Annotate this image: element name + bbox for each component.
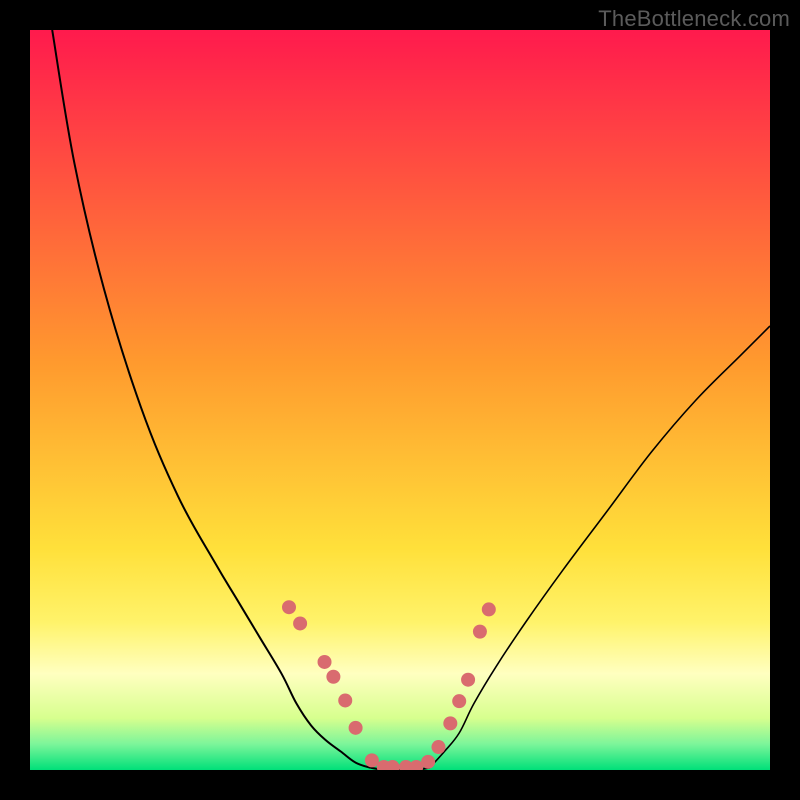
marker-dot bbox=[431, 740, 445, 754]
marker-dot bbox=[365, 753, 379, 767]
marker-dot bbox=[293, 616, 307, 630]
marker-dot bbox=[461, 673, 475, 687]
marker-dot bbox=[421, 755, 435, 769]
chart-stage: TheBottleneck.com bbox=[0, 0, 800, 800]
marker-dot bbox=[473, 625, 487, 639]
chart-svg bbox=[30, 30, 770, 770]
marker-dot bbox=[443, 716, 457, 730]
marker-dot bbox=[452, 694, 466, 708]
gradient-background bbox=[30, 30, 770, 770]
marker-dot bbox=[349, 721, 363, 735]
plot-area bbox=[30, 30, 770, 770]
watermark-text: TheBottleneck.com bbox=[598, 6, 790, 32]
marker-dot bbox=[326, 670, 340, 684]
marker-dot bbox=[482, 602, 496, 616]
marker-dot bbox=[282, 600, 296, 614]
marker-dot bbox=[318, 655, 332, 669]
marker-dot bbox=[338, 693, 352, 707]
